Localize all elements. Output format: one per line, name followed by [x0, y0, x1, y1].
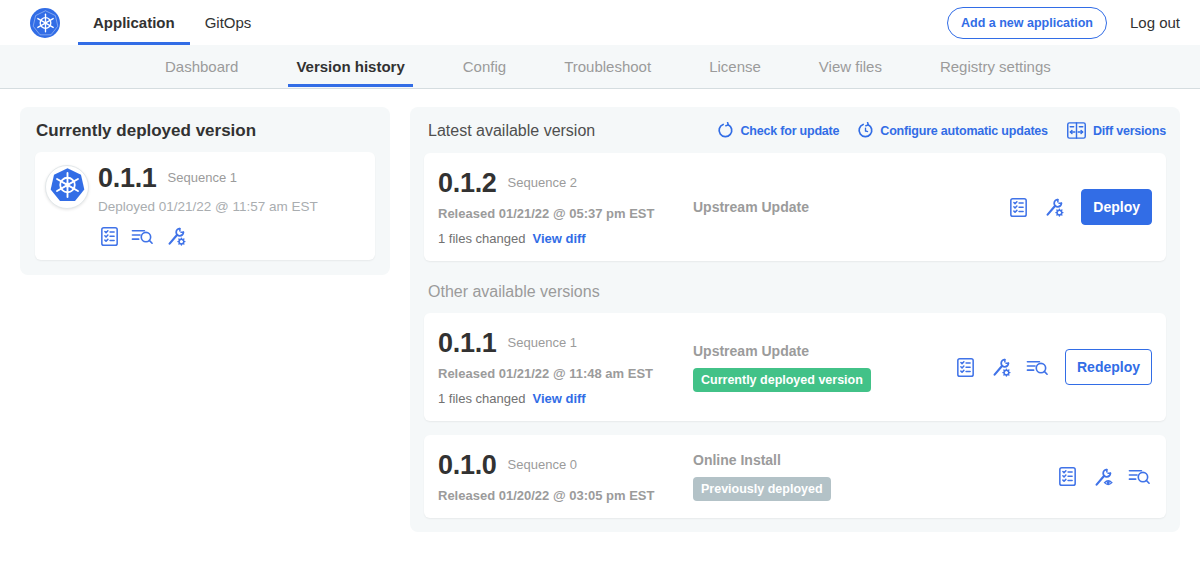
action-label: Check for update [740, 124, 839, 138]
version-row-0.1.1: 0.1.1 Sequence 1 Released 01/21/22 @ 11:… [424, 313, 1166, 421]
version-history-panel: Latest available version Check for updat… [410, 107, 1180, 532]
version-row-0.1.0: 0.1.0 Sequence 0 Released 01/20/22 @ 03:… [424, 435, 1166, 518]
deployed-version-number: 0.1.1 [98, 163, 157, 193]
released-timestamp: Released 01/21/22 @ 05:37 pm EST [438, 206, 693, 221]
version-sequence: Sequence 2 [508, 175, 577, 190]
version-actions: Deploy [1007, 189, 1152, 225]
tab-application-label: Application [93, 14, 175, 31]
release-notes-icon[interactable] [1056, 465, 1079, 488]
tab-gitops-label: GitOps [205, 14, 252, 31]
config-view-icon[interactable] [1091, 465, 1115, 489]
version-number: 0.1.0 [438, 450, 497, 480]
view-diff-link[interactable]: View diff [532, 391, 585, 406]
version-number: 0.1.1 [438, 328, 497, 358]
diff-icon[interactable] [1127, 465, 1152, 488]
latest-available-title: Latest available version [428, 122, 595, 140]
currently-deployed-title: Currently deployed version [36, 121, 375, 141]
files-changed-label: 1 files changed [438, 391, 525, 406]
main-content: Currently deployed version 0.1.1 Sequenc… [0, 89, 1200, 550]
deploy-button[interactable]: Deploy [1081, 189, 1152, 225]
config-edit-icon[interactable] [164, 224, 188, 248]
redeploy-button[interactable]: Redeploy [1065, 349, 1152, 385]
diff-columns-icon [1066, 121, 1087, 140]
subnav-tab-troubleshoot[interactable]: Troubleshoot [535, 45, 680, 88]
release-notes-icon[interactable] [98, 225, 121, 248]
files-changed-row: 1 files changed View diff [438, 391, 693, 406]
deployed-timestamp: Deployed 01/21/22 @ 11:57 am EST [98, 199, 318, 214]
subnav-tab-config[interactable]: Config [434, 45, 535, 88]
version-source-label: Online Install [693, 452, 1056, 468]
action-label: Diff versions [1093, 124, 1166, 138]
version-actions [1056, 465, 1152, 489]
version-sequence: Sequence 1 [508, 335, 577, 350]
subnav-tab-version-history[interactable]: Version history [267, 45, 433, 88]
add-new-application-button[interactable]: Add a new application [947, 7, 1107, 39]
config-edit-icon[interactable] [1042, 195, 1066, 219]
release-notes-icon[interactable] [954, 356, 977, 379]
kubernetes-logo-icon [30, 8, 60, 38]
top-nav: Application GitOps Add a new application… [0, 0, 1200, 45]
view-diff-link[interactable]: View diff [532, 231, 585, 246]
subnav-tab-license[interactable]: License [680, 45, 790, 88]
refresh-icon [717, 122, 734, 139]
version-number: 0.1.2 [438, 168, 497, 198]
subnav-tab-dashboard[interactable]: Dashboard [136, 45, 267, 88]
currently-deployed-card: 0.1.1 Sequence 1 Deployed 01/21/22 @ 11:… [35, 152, 375, 260]
diff-versions-link[interactable]: Diff versions [1066, 121, 1166, 140]
subnav-tab-view-files[interactable]: View files [790, 45, 911, 88]
files-changed-row: 1 files changed View diff [438, 231, 693, 246]
action-label: Configure automatic updates [880, 124, 1048, 138]
version-source-label: Upstream Update [693, 343, 954, 359]
diff-icon[interactable] [1025, 356, 1050, 379]
released-timestamp: Released 01/21/22 @ 11:48 am EST [438, 366, 693, 381]
config-edit-icon[interactable] [989, 355, 1013, 379]
diff-icon[interactable] [130, 225, 155, 248]
version-row-0.1.2: 0.1.2 Sequence 2 Released 01/21/22 @ 05:… [424, 153, 1166, 261]
version-actions: Redeploy [954, 349, 1152, 385]
status-badge: Previously deployed [693, 477, 831, 501]
version-sequence: Sequence 0 [508, 457, 577, 472]
tab-application[interactable]: Application [78, 0, 190, 45]
schedule-icon [857, 122, 874, 139]
currently-deployed-panel: Currently deployed version 0.1.1 Sequenc… [20, 107, 390, 275]
deployed-sequence: Sequence 1 [168, 170, 237, 185]
released-timestamp: Released 01/20/22 @ 03:05 pm EST [438, 488, 693, 503]
app-logo-icon [45, 165, 89, 209]
version-source-label: Upstream Update [693, 199, 1007, 215]
other-available-title: Other available versions [428, 283, 1166, 301]
subnav-tab-registry-settings[interactable]: Registry settings [911, 45, 1080, 88]
check-for-update-link[interactable]: Check for update [717, 122, 839, 139]
release-notes-icon[interactable] [1007, 196, 1030, 219]
files-changed-label: 1 files changed [438, 231, 525, 246]
logout-button[interactable]: Log out [1130, 14, 1180, 31]
tab-gitops[interactable]: GitOps [190, 0, 267, 45]
status-badge: Currently deployed version [693, 368, 871, 392]
app-subnav: DashboardVersion historyConfigTroublesho… [0, 45, 1200, 89]
configure-automatic-updates-link[interactable]: Configure automatic updates [857, 122, 1048, 139]
